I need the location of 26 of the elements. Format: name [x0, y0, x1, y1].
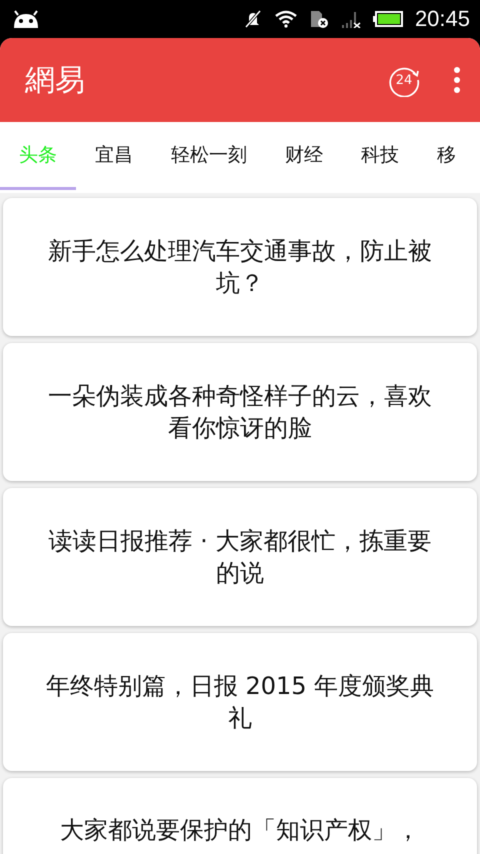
- category-tab[interactable]: 轻松一刻: [152, 122, 266, 190]
- article-title: 新手怎么处理汽车交通事故，防止被坑？: [47, 236, 433, 299]
- article-title: 读读日报推荐 · 大家都很忙，拣重要的说: [48, 526, 432, 589]
- article-title: 年终特别篇，日报 2015 年度颁奖典礼: [44, 671, 436, 734]
- article-card[interactable]: 一朵伪装成各种奇怪样子的云，喜欢看你惊讶的脸: [3, 343, 477, 481]
- category-tab[interactable]: 宜昌: [76, 122, 152, 190]
- history-count: 24: [396, 72, 412, 88]
- article-card[interactable]: 读读日报推荐 · 大家都很忙，拣重要的说: [3, 488, 477, 626]
- wifi-icon: [274, 10, 297, 28]
- more-icon[interactable]: [452, 66, 462, 94]
- battery-icon: [372, 11, 403, 27]
- article-card[interactable]: 新手怎么处理汽车交通事故，防止被坑？: [3, 198, 477, 336]
- category-tab[interactable]: 科技: [342, 122, 418, 190]
- article-card[interactable]: 大家都说要保护的「知识产权」，: [3, 778, 477, 854]
- sim-card-icon: [308, 9, 329, 29]
- article-title: 一朵伪装成各种奇怪样子的云，喜欢看你惊讶的脸: [47, 381, 433, 444]
- article-card[interactable]: 年终特别篇，日报 2015 年度颁奖典礼: [3, 633, 477, 771]
- history-button[interactable]: 24: [382, 58, 426, 102]
- category-tab[interactable]: 财经: [266, 122, 342, 190]
- signal-icon: [340, 10, 361, 28]
- app-title: 網易: [25, 62, 86, 100]
- article-title: 大家都说要保护的「知识产权」，: [60, 815, 420, 846]
- category-tab[interactable]: 移: [418, 122, 475, 190]
- muted-bell-icon: [242, 9, 263, 29]
- android-icon: [12, 10, 40, 28]
- clock-time: 20:45: [414, 6, 470, 32]
